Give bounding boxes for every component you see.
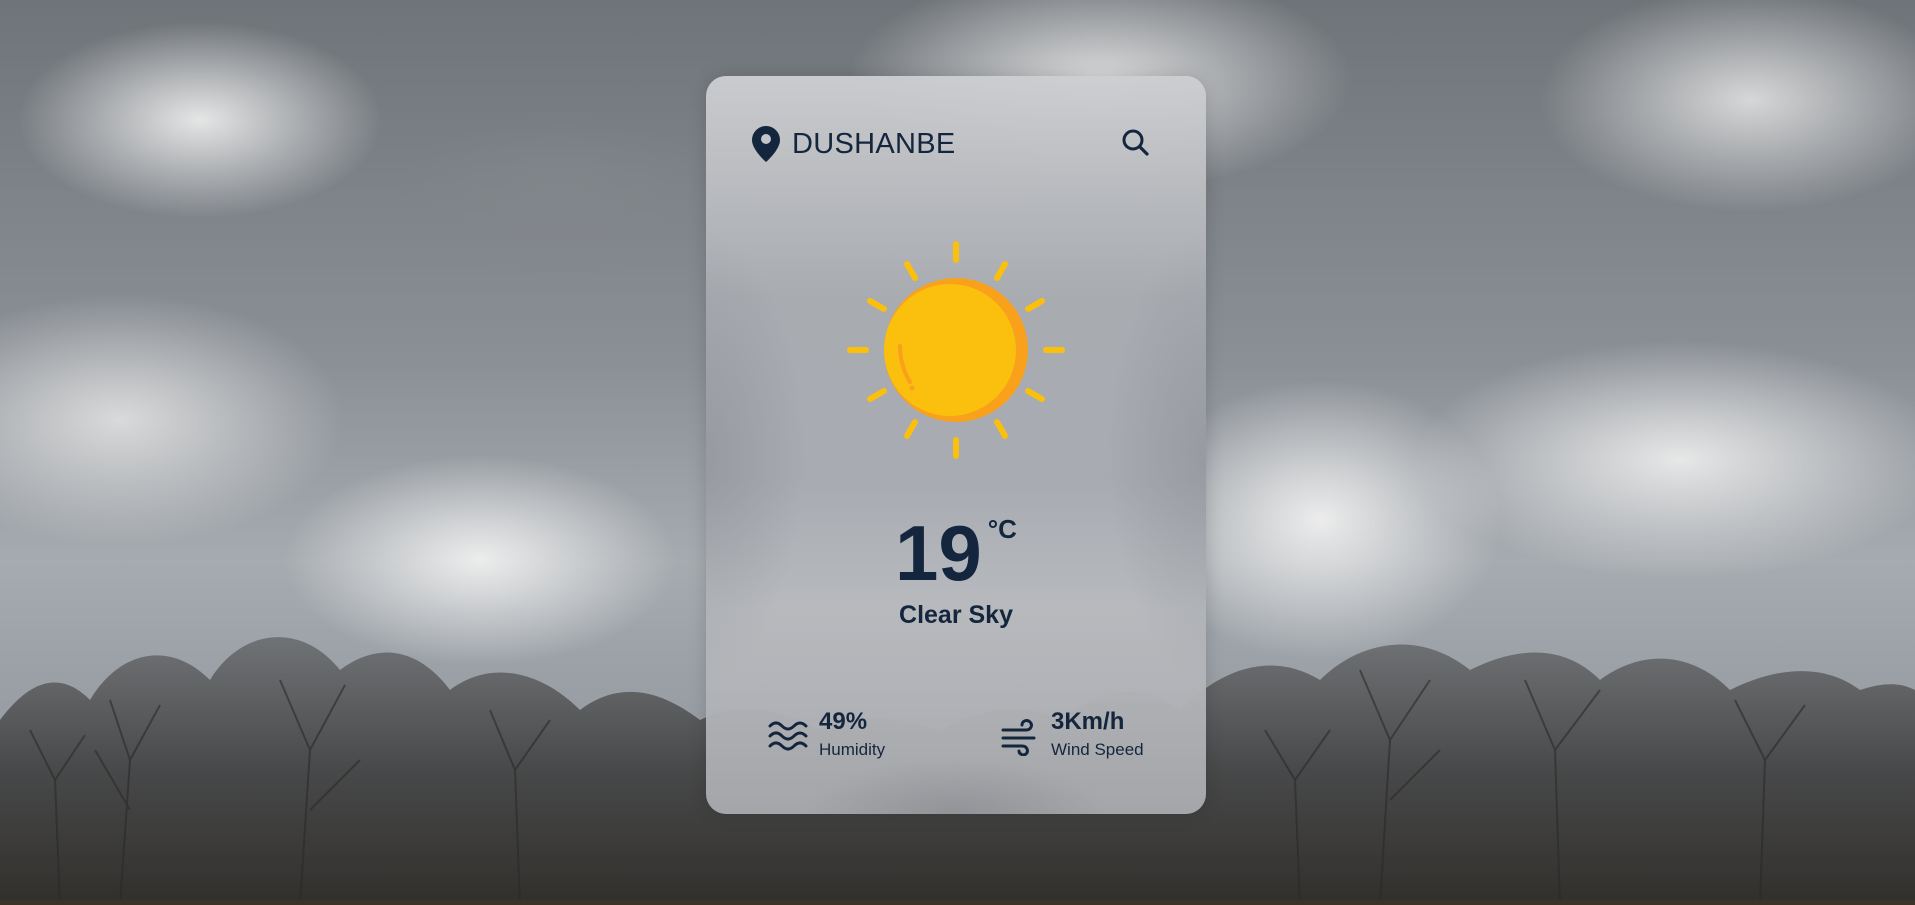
waves-icon (768, 721, 808, 751)
wind-speed-label: Wind Speed (1051, 740, 1144, 759)
weather-card: DUSHANBE 19 °C Clear Sky 49% Humidity 3K… (706, 76, 1206, 814)
search-button[interactable] (1116, 122, 1156, 162)
temperature-value: 19 (895, 509, 982, 597)
humidity-value: 49% (819, 708, 868, 735)
wind-speed-value: 3Km/h (1051, 708, 1125, 735)
sun-icon (847, 241, 1065, 459)
card-header: DUSHANBE (744, 122, 1168, 162)
temperature-unit: °C (987, 514, 1017, 544)
wind-icon (1001, 719, 1036, 756)
search-icon (1122, 129, 1149, 156)
map-pin-icon (752, 126, 780, 162)
temperature-display: 19 °C (706, 508, 1206, 598)
wind-speed-stat: 3Km/h Wind Speed (1000, 708, 1180, 762)
humidity-label: Humidity (819, 740, 886, 759)
weather-description: Clear Sky (899, 601, 1013, 629)
city-name: DUSHANBE (792, 128, 956, 160)
bottom-edge-strip (0, 900, 1915, 905)
humidity-stat: 49% Humidity (768, 708, 938, 762)
